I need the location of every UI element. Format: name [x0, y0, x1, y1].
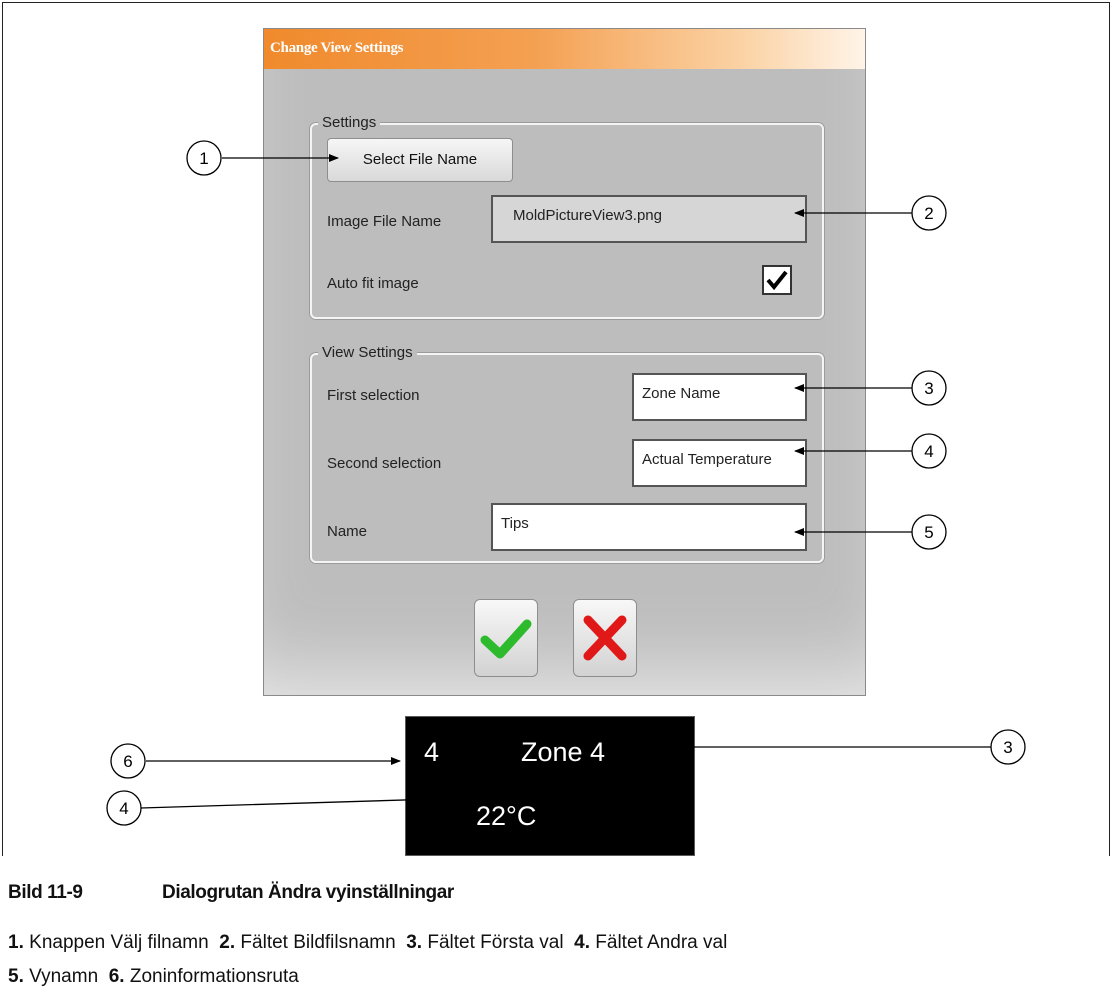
legend-text-6: Zoninformationsruta [129, 966, 299, 987]
callout-number-3b: 3 [1003, 738, 1012, 757]
legend-text-5: Vynamn [29, 966, 99, 987]
legend-text-1: Knappen Välj filnamn [29, 932, 209, 953]
legend-text-2: Fältet Bildfilsnamn [240, 932, 396, 953]
legend-text-3: Fältet Första val [427, 932, 564, 953]
legend-num-5: 5. [8, 966, 24, 987]
callout-number-3: 3 [924, 379, 933, 398]
callout-number-4: 4 [924, 442, 933, 461]
legend-num-6: 6. [108, 966, 125, 987]
callout-overlay: 1 2 3 4 5 6 3 4 [106, 140, 1026, 826]
legend-text-4: Fältet Andra val [595, 932, 728, 953]
legend-line-1: 1. Knappen Välj filnamn 2. Fältet Bildfi… [8, 932, 727, 954]
callout-number-2: 2 [924, 204, 933, 223]
legend-num-4: 4. [574, 932, 590, 953]
figure-title: Dialogrutan Ändra vyinställningar [162, 882, 454, 903]
callout-number-4b: 4 [119, 799, 128, 818]
legend-num-1: 1. [8, 932, 24, 953]
callout-number-1: 1 [199, 149, 208, 168]
legend-num-2: 2. [219, 932, 236, 953]
callout-4b-leader [140, 794, 471, 809]
callout-number-6: 6 [123, 752, 132, 771]
legend-num-3: 3. [406, 932, 423, 953]
callout-number-5: 5 [924, 523, 933, 542]
figure-number: Bild 11-9 [8, 882, 83, 903]
legend-line-2: 5. Vynamn 6. Zoninformationsruta [8, 966, 299, 988]
